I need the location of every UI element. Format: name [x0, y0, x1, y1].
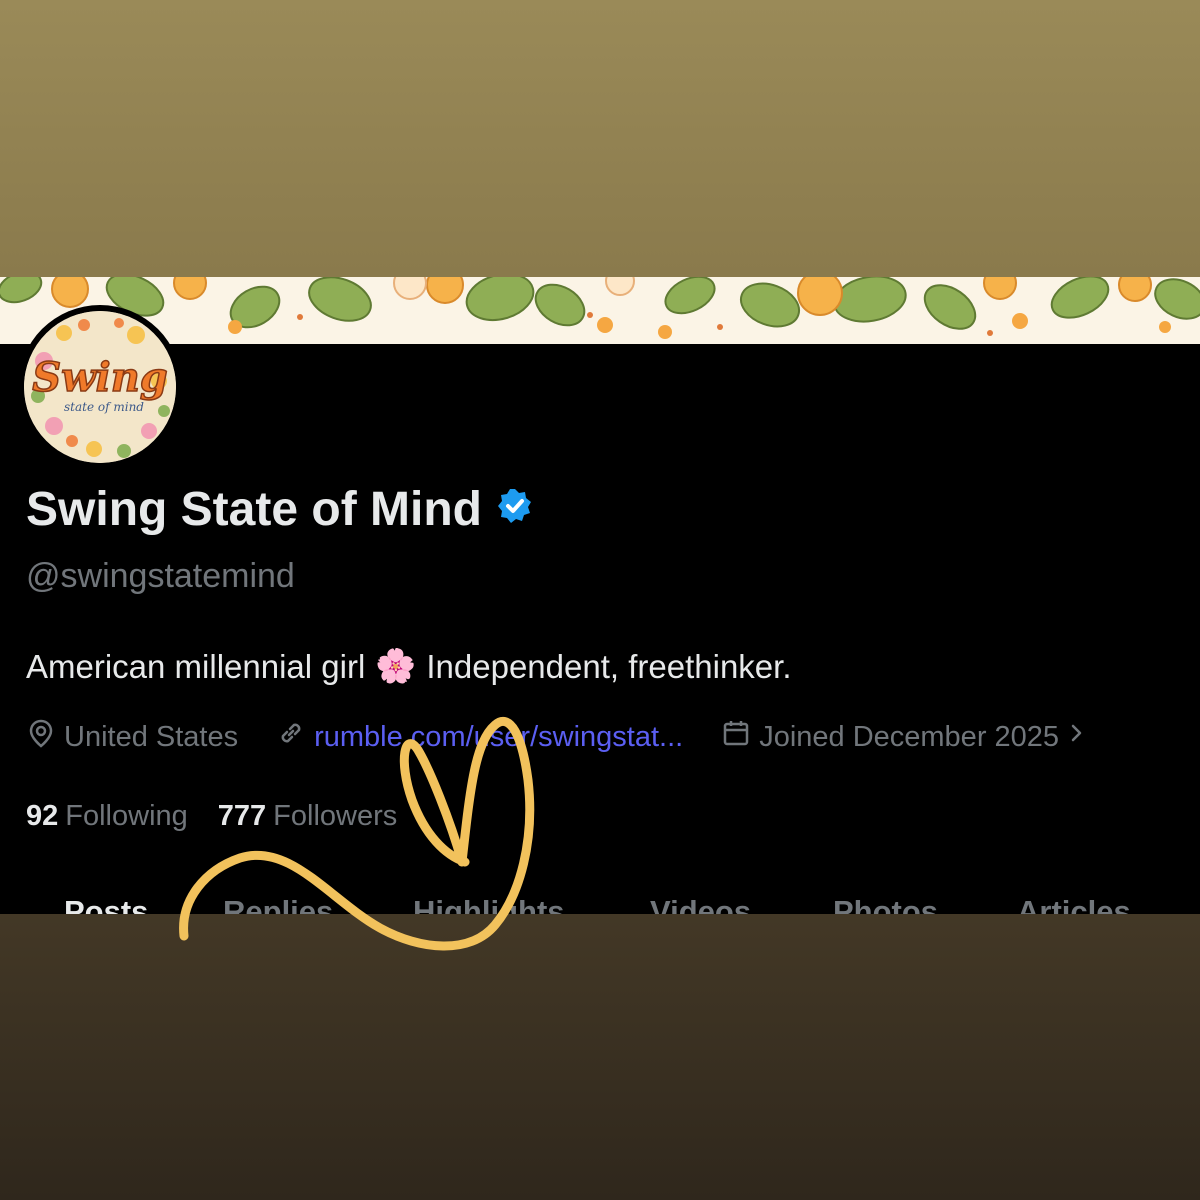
chevron-right-icon[interactable] — [1067, 718, 1087, 756]
verified-badge-icon[interactable] — [496, 482, 534, 537]
profile-screenshot: Swing state of mind Swing State of Mind … — [0, 277, 1200, 914]
website-item[interactable]: rumble.com/user/swingstat... — [276, 718, 683, 756]
profile-meta-row: United States rumble.com/user/swingstat.… — [26, 717, 1125, 757]
profile-bio: American millennial girl 🌸 Independent, … — [26, 647, 792, 686]
website-link[interactable]: rumble.com/user/swingstat... — [314, 721, 683, 754]
follow-stats: 92 Following 777 Followers — [26, 800, 397, 833]
location-pin-icon — [26, 718, 56, 756]
followers-link[interactable]: 777 Followers — [218, 800, 397, 833]
avatar-logo-text: Swing — [32, 354, 168, 401]
joined-item: Joined December 2025 — [721, 718, 1087, 756]
profile-banner[interactable] — [0, 277, 1200, 344]
frame-top — [0, 0, 1200, 277]
tab-videos[interactable]: Videos — [650, 894, 751, 914]
profile-tabs: Posts Replies Highlights Videos Photos A… — [0, 894, 1200, 914]
profile-avatar[interactable]: Swing state of mind — [18, 305, 182, 469]
tab-photos[interactable]: Photos — [833, 894, 938, 914]
joined-text: Joined December 2025 — [759, 720, 1060, 753]
following-label: Following — [65, 800, 188, 832]
floral-banner-art — [0, 277, 1200, 339]
display-name-row: Swing State of Mind — [26, 482, 534, 537]
tab-posts[interactable]: Posts — [64, 894, 148, 914]
avatar-image: Swing state of mind — [24, 311, 176, 463]
tab-highlights[interactable]: Highlights — [413, 894, 565, 914]
profile-handle: @swingstatemind — [26, 557, 295, 595]
location-text: United States — [64, 720, 239, 753]
tab-replies[interactable]: Replies — [223, 894, 333, 914]
cherry-blossom-emoji: 🌸 — [375, 647, 417, 684]
bio-text-end: Independent, freethinker. — [426, 647, 792, 685]
frame-bottom — [0, 914, 1200, 1200]
followers-count: 777 — [217, 800, 267, 832]
following-count: 92 — [26, 800, 59, 832]
avatar-logo-subtext: state of mind — [64, 400, 144, 414]
location-item: United States — [26, 718, 238, 756]
calendar-icon — [721, 718, 751, 756]
tab-articles[interactable]: Articles — [1017, 894, 1131, 914]
following-link[interactable]: 92 Following — [26, 800, 188, 833]
display-name: Swing State of Mind — [26, 483, 482, 536]
bio-text-start: American millennial girl — [26, 647, 366, 685]
followers-label: Followers — [273, 800, 398, 832]
link-icon — [276, 718, 306, 756]
